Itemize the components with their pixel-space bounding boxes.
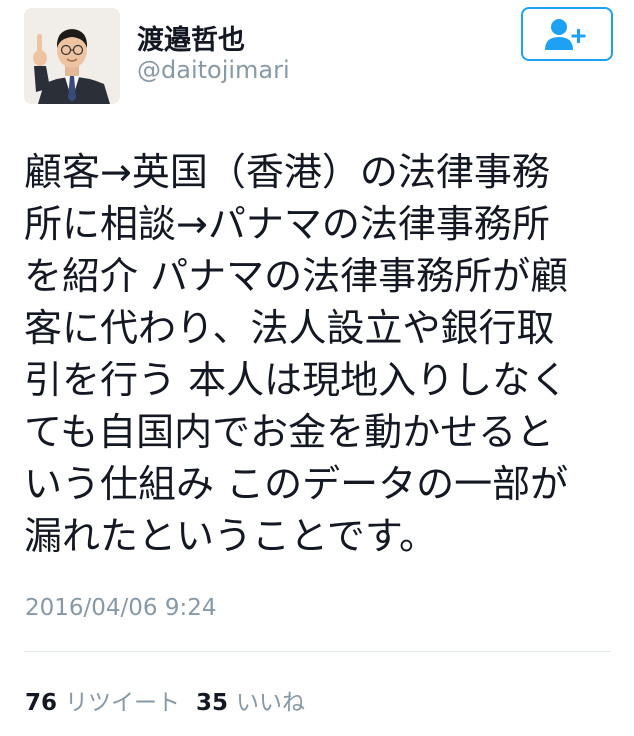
tweet-text-line: いう仕組み このデータの一部が [24,462,569,506]
profile-photo [24,8,120,104]
tweet-timestamp[interactable]: 2016/04/06 9:24 [25,595,217,621]
divider [24,651,610,652]
follow-button[interactable] [521,7,613,61]
tweet-text-line: を紹介 パナマの法律事務所が顧 [24,254,569,298]
tweet-text-line: ても自国内でお金を動かせると [24,410,555,454]
retweet-label[interactable]: リツイート [65,683,180,717]
tweet-text-line: 顧客→英国（香港）の法律事務 [24,150,550,194]
tweet-text: 顧客→英国（香港）の法律事務 所に相談→パナマの法律事務所 を紹介 パナマの法律… [24,146,604,562]
tweet-stats: 76 リツイート 35 いいね [25,683,305,717]
avatar[interactable] [24,8,120,104]
like-count[interactable]: 35 [196,690,228,716]
add-user-icon [545,19,586,50]
tweet-text-line: 所に相談→パナマの法律事務所 [24,202,550,246]
username[interactable]: @daitojimari [137,56,290,84]
tweet-text-line: 引を行う 本人は現地入りしなく [24,358,569,402]
tweet-text-line: 客に代わり、法人設立や銀行取 [24,306,555,350]
like-label[interactable]: いいね [236,683,305,717]
display-name[interactable]: 渡邉哲也 [137,18,245,57]
retweet-count[interactable]: 76 [25,690,57,716]
tweet-text-line: 漏れたということです。 [24,514,438,558]
